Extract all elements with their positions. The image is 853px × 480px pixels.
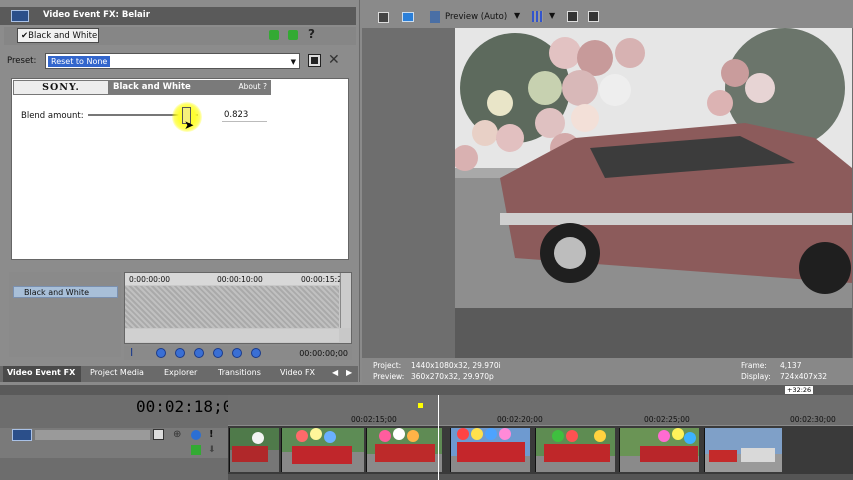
save-snapshot-icon[interactable] xyxy=(588,11,599,22)
end-marker[interactable]: +32:26 xyxy=(785,386,814,394)
solo-track-icon[interactable]: ! xyxy=(209,429,214,440)
keyframe-track-black-and-white[interactable]: Black and White xyxy=(13,286,118,298)
parent-track-icon[interactable]: ⬇ xyxy=(208,445,216,455)
timeline-playhead[interactable] xyxy=(438,395,439,480)
preview-info-bar: Project: 1440x1080x32, 29.970i Preview: … xyxy=(362,358,853,384)
fx-chain-icon[interactable] xyxy=(288,30,298,40)
keyframe-ruler[interactable]: 0:00:00:00 00:00:10:00 00:00:15:2 xyxy=(125,273,342,285)
keyframe-time: 00:00:00;00 xyxy=(299,349,348,358)
prev-keyframe-icon[interactable] xyxy=(175,348,185,358)
copy-snapshot-icon[interactable] xyxy=(567,11,578,22)
video-clip-thumbnail[interactable] xyxy=(281,428,364,472)
project-properties-icon[interactable] xyxy=(378,12,389,23)
video-clip-thumbnail[interactable] xyxy=(535,428,615,472)
composite-mode-icon[interactable] xyxy=(191,445,201,455)
tab-project-media[interactable]: Project Media xyxy=(90,368,144,377)
video-clip-thumbnail[interactable] xyxy=(704,428,782,472)
frame-label: Frame: xyxy=(741,361,767,370)
preset-dropdown[interactable]: Reset to None ▼ xyxy=(45,53,300,69)
keyframe-horizontal-scrollbar[interactable] xyxy=(125,329,339,342)
external-monitor-icon[interactable] xyxy=(402,12,414,22)
preset-value: Reset to None xyxy=(48,56,111,67)
plugin-header: Black and White About ? xyxy=(109,80,271,95)
tab-scroll-right-icon[interactable]: ▶ xyxy=(346,368,352,377)
video-clip-thumbnail[interactable] xyxy=(619,428,699,472)
sony-logo: SONY. xyxy=(13,80,109,95)
track-motion-icon[interactable]: ⊕ xyxy=(173,429,181,440)
timeline-current-time: 00:02:18;01 xyxy=(136,397,242,416)
tab-transitions[interactable]: Transitions xyxy=(218,368,261,377)
mute-track-icon[interactable] xyxy=(191,430,201,440)
preview-image xyxy=(455,28,852,358)
track-number-icon xyxy=(12,429,32,441)
timeline-ruler-label: 00:02:20;00 xyxy=(497,415,543,424)
first-keyframe-icon[interactable] xyxy=(156,348,166,358)
track-name-field[interactable] xyxy=(35,430,150,440)
add-fx-icon[interactable] xyxy=(269,30,279,40)
keyframe-transport: I 00:00:00;00 xyxy=(124,346,352,360)
preview-value: 360x270x32, 29.970p xyxy=(411,372,494,381)
tab-explorer[interactable]: Explorer xyxy=(164,368,197,377)
preview-fx-icon[interactable] xyxy=(430,11,440,23)
timeline-ruler-label: 00:02:15;00 xyxy=(351,415,397,424)
track-fx-icon[interactable] xyxy=(153,429,164,440)
timeline-ruler-label: 00:02:30;00 xyxy=(790,415,836,424)
help-icon[interactable]: ? xyxy=(308,27,315,41)
preview-quality-dropdown-icon[interactable]: ▼ xyxy=(514,11,520,20)
frame-value: 4,137 xyxy=(780,361,802,370)
kf-ruler-label: 00:00:15:2 xyxy=(301,275,342,284)
fx-window-title: Video Event FX: Belair xyxy=(43,10,150,20)
next-keyframe-icon[interactable] xyxy=(232,348,242,358)
timeline-marker-bar[interactable]: +32:26 xyxy=(0,385,853,395)
video-preview-frame xyxy=(455,28,852,358)
save-preset-icon[interactable] xyxy=(308,54,321,67)
video-clip-thumbnail[interactable] xyxy=(366,428,442,472)
timeline-scrollbar[interactable] xyxy=(228,474,853,480)
delete-preset-icon[interactable]: ✕ xyxy=(328,52,340,68)
kf-ruler-label: 00:00:10:00 xyxy=(217,275,263,284)
fx-window-title-bar[interactable]: Video Event FX: Belair xyxy=(0,7,356,25)
keyframe-lane[interactable] xyxy=(125,286,339,328)
delete-keyframe-icon[interactable] xyxy=(213,348,223,358)
mouse-cursor-icon: ➤ xyxy=(184,118,195,132)
tab-video-event-fx[interactable]: Video Event FX xyxy=(3,366,81,382)
overlays-dropdown-icon[interactable]: ▼ xyxy=(549,11,555,20)
display-label: Display: xyxy=(741,372,771,381)
blend-amount-value[interactable]: 0.823 xyxy=(222,108,267,122)
video-clip-thumbnail[interactable] xyxy=(229,428,279,472)
video-track-header[interactable]: ⊕ ! ⬇ xyxy=(0,428,228,458)
blend-amount-label: Blend amount: xyxy=(21,111,84,121)
overlays-icon[interactable] xyxy=(532,11,543,22)
fx-chain-item-label: Black and White xyxy=(28,31,98,41)
timeline-marker-icon[interactable] xyxy=(418,403,423,408)
timeline-ruler[interactable]: 00:02:15;00 00:02:20;00 00:02:25;00 00:0… xyxy=(228,395,853,425)
fx-window-icon xyxy=(11,10,29,22)
plugin-name: Black and White xyxy=(113,82,191,92)
last-keyframe-icon[interactable] xyxy=(251,348,261,358)
kf-ruler-label: 0:00:00:00 xyxy=(129,275,170,284)
preview-label: Preview: xyxy=(373,372,405,381)
keyframe-track-list xyxy=(9,272,121,357)
video-clip-thumbnail[interactable] xyxy=(450,428,530,472)
display-value: 724x407x32 xyxy=(780,372,828,381)
add-keyframe-icon[interactable] xyxy=(194,348,204,358)
project-value: 1440x1080x32, 29.970i xyxy=(411,361,501,370)
fx-chain-item-black-and-white[interactable]: ✔Black and White xyxy=(17,28,99,43)
tab-video-fx[interactable]: Video FX xyxy=(280,368,315,377)
dropdown-arrow-icon[interactable]: ▼ xyxy=(291,58,296,66)
project-label: Project: xyxy=(373,361,402,370)
preview-mode[interactable]: Preview (Auto) xyxy=(445,12,507,22)
sync-cursor-icon[interactable]: I xyxy=(130,346,133,359)
keyframe-vertical-scrollbar[interactable] xyxy=(340,273,351,328)
preview-toolbar: ▼ ▼ xyxy=(362,8,853,28)
about-button[interactable]: About ? xyxy=(238,82,267,91)
timeline-ruler-label: 00:02:25;00 xyxy=(644,415,690,424)
tab-scroll-left-icon[interactable]: ◀ xyxy=(332,368,338,377)
preset-label: Preset: xyxy=(7,56,37,66)
